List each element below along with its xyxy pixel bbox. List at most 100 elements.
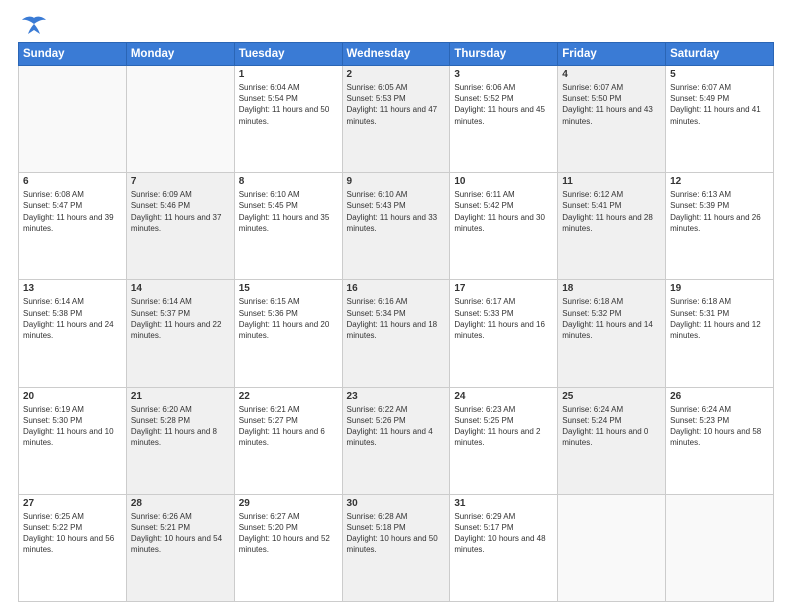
cell-info: Sunrise: 6:24 AMSunset: 5:23 PMDaylight:…: [670, 404, 769, 449]
cell-info: Sunrise: 6:29 AMSunset: 5:17 PMDaylight:…: [454, 511, 553, 556]
cell-info: Sunrise: 6:09 AMSunset: 5:46 PMDaylight:…: [131, 189, 230, 234]
calendar-table: SundayMondayTuesdayWednesdayThursdayFrid…: [18, 42, 774, 602]
calendar-cell: 16 Sunrise: 6:16 AMSunset: 5:34 PMDayligh…: [342, 280, 450, 387]
day-number: 2: [347, 69, 446, 80]
day-number: 16: [347, 283, 446, 294]
cell-info: Sunrise: 6:07 AMSunset: 5:49 PMDaylight:…: [670, 82, 769, 127]
cell-info: Sunrise: 6:16 AMSunset: 5:34 PMDaylight:…: [347, 296, 446, 341]
cell-info: Sunrise: 6:19 AMSunset: 5:30 PMDaylight:…: [23, 404, 122, 449]
day-number: 12: [670, 176, 769, 187]
day-number: 19: [670, 283, 769, 294]
calendar-cell: 26 Sunrise: 6:24 AMSunset: 5:23 PMDayligh…: [666, 387, 774, 494]
calendar-week-5: 27 Sunrise: 6:25 AMSunset: 5:22 PMDayligh…: [19, 494, 774, 601]
weekday-header-thursday: Thursday: [450, 43, 558, 66]
day-number: 20: [23, 391, 122, 402]
calendar-cell: 9Sunrise: 6:10 AMSunset: 5:43 PMDaylight…: [342, 173, 450, 280]
cell-info: Sunrise: 6:21 AMSunset: 5:27 PMDaylight:…: [239, 404, 338, 449]
cell-info: Sunrise: 6:27 AMSunset: 5:20 PMDaylight:…: [239, 511, 338, 556]
calendar-cell: 29 Sunrise: 6:27 AMSunset: 5:20 PMDayligh…: [234, 494, 342, 601]
day-number: 17: [454, 283, 553, 294]
day-number: 11: [562, 176, 661, 187]
calendar-cell: 11 Sunrise: 6:12 AMSunset: 5:41 PMDayligh…: [558, 173, 666, 280]
weekday-header-saturday: Saturday: [666, 43, 774, 66]
cell-info: Sunrise: 6:07 AMSunset: 5:50 PMDaylight:…: [562, 82, 661, 127]
weekday-header-sunday: Sunday: [19, 43, 127, 66]
logo: [18, 16, 48, 34]
day-number: 4: [562, 69, 661, 80]
calendar-cell: 6 Sunrise: 6:08 AMSunset: 5:47 PMDaylight…: [19, 173, 127, 280]
calendar-cell: 2Sunrise: 6:05 AMSunset: 5:53 PMDaylight…: [342, 66, 450, 173]
calendar-cell: 8 Sunrise: 6:10 AMSunset: 5:45 PMDaylight…: [234, 173, 342, 280]
calendar-week-3: 13 Sunrise: 6:14 AMSunset: 5:38 PMDayligh…: [19, 280, 774, 387]
day-number: 18: [562, 283, 661, 294]
cell-info: Sunrise: 6:18 AMSunset: 5:32 PMDaylight:…: [562, 296, 661, 341]
day-number: 15: [239, 283, 338, 294]
calendar-cell: 15 Sunrise: 6:15 AMSunset: 5:36 PMDayligh…: [234, 280, 342, 387]
cell-info: Sunrise: 6:12 AMSunset: 5:41 PMDaylight:…: [562, 189, 661, 234]
cell-info: Sunrise: 6:14 AMSunset: 5:38 PMDaylight:…: [23, 296, 122, 341]
calendar-week-2: 6 Sunrise: 6:08 AMSunset: 5:47 PMDaylight…: [19, 173, 774, 280]
weekday-header-row: SundayMondayTuesdayWednesdayThursdayFrid…: [19, 43, 774, 66]
day-number: 6: [23, 176, 122, 187]
cell-info: Sunrise: 6:20 AMSunset: 5:28 PMDaylight:…: [131, 404, 230, 449]
day-number: 28: [131, 498, 230, 509]
cell-info: Sunrise: 6:13 AMSunset: 5:39 PMDaylight:…: [670, 189, 769, 234]
calendar-cell: 17 Sunrise: 6:17 AMSunset: 5:33 PMDayligh…: [450, 280, 558, 387]
calendar-cell: 23Sunrise: 6:22 AMSunset: 5:26 PMDayligh…: [342, 387, 450, 494]
day-number: 1: [239, 69, 338, 80]
cell-info: Sunrise: 6:23 AMSunset: 5:25 PMDaylight:…: [454, 404, 553, 449]
calendar-cell: 14 Sunrise: 6:14 AMSunset: 5:37 PMDayligh…: [126, 280, 234, 387]
calendar-cell: 19 Sunrise: 6:18 AMSunset: 5:31 PMDayligh…: [666, 280, 774, 387]
weekday-header-wednesday: Wednesday: [342, 43, 450, 66]
calendar-cell: 22 Sunrise: 6:21 AMSunset: 5:27 PMDayligh…: [234, 387, 342, 494]
cell-info: Sunrise: 6:25 AMSunset: 5:22 PMDaylight:…: [23, 511, 122, 556]
calendar-cell: 5Sunrise: 6:07 AMSunset: 5:49 PMDaylight…: [666, 66, 774, 173]
cell-info: Sunrise: 6:15 AMSunset: 5:36 PMDaylight:…: [239, 296, 338, 341]
cell-info: Sunrise: 6:11 AMSunset: 5:42 PMDaylight:…: [454, 189, 553, 234]
calendar-cell: [19, 66, 127, 173]
page: SundayMondayTuesdayWednesdayThursdayFrid…: [0, 0, 792, 612]
calendar-cell: [558, 494, 666, 601]
calendar-cell: 21 Sunrise: 6:20 AMSunset: 5:28 PMDayligh…: [126, 387, 234, 494]
day-number: 9: [347, 176, 446, 187]
day-number: 29: [239, 498, 338, 509]
cell-info: Sunrise: 6:17 AMSunset: 5:33 PMDaylight:…: [454, 296, 553, 341]
cell-info: Sunrise: 6:26 AMSunset: 5:21 PMDaylight:…: [131, 511, 230, 556]
calendar-cell: 25 Sunrise: 6:24 AMSunset: 5:24 PMDayligh…: [558, 387, 666, 494]
cell-info: Sunrise: 6:18 AMSunset: 5:31 PMDaylight:…: [670, 296, 769, 341]
day-number: 21: [131, 391, 230, 402]
day-number: 26: [670, 391, 769, 402]
calendar-cell: 7 Sunrise: 6:09 AMSunset: 5:46 PMDaylight…: [126, 173, 234, 280]
cell-info: Sunrise: 6:10 AMSunset: 5:45 PMDaylight:…: [239, 189, 338, 234]
day-number: 13: [23, 283, 122, 294]
day-number: 7: [131, 176, 230, 187]
logo-bird-icon: [20, 16, 48, 36]
weekday-header-friday: Friday: [558, 43, 666, 66]
calendar-cell: [666, 494, 774, 601]
day-number: 23: [347, 391, 446, 402]
calendar-cell: 27 Sunrise: 6:25 AMSunset: 5:22 PMDayligh…: [19, 494, 127, 601]
calendar-cell: 4 Sunrise: 6:07 AMSunset: 5:50 PMDaylight…: [558, 66, 666, 173]
calendar-cell: 3Sunrise: 6:06 AMSunset: 5:52 PMDaylight…: [450, 66, 558, 173]
cell-info: Sunrise: 6:24 AMSunset: 5:24 PMDaylight:…: [562, 404, 661, 449]
calendar-cell: 18 Sunrise: 6:18 AMSunset: 5:32 PMDayligh…: [558, 280, 666, 387]
day-number: 31: [454, 498, 553, 509]
cell-info: Sunrise: 6:08 AMSunset: 5:47 PMDaylight:…: [23, 189, 122, 234]
calendar-cell: 1Sunrise: 6:04 AMSunset: 5:54 PMDaylight…: [234, 66, 342, 173]
day-number: 27: [23, 498, 122, 509]
cell-info: Sunrise: 6:06 AMSunset: 5:52 PMDaylight:…: [454, 82, 553, 127]
cell-info: Sunrise: 6:14 AMSunset: 5:37 PMDaylight:…: [131, 296, 230, 341]
calendar-cell: 20 Sunrise: 6:19 AMSunset: 5:30 PMDayligh…: [19, 387, 127, 494]
day-number: 14: [131, 283, 230, 294]
calendar-week-1: 1Sunrise: 6:04 AMSunset: 5:54 PMDaylight…: [19, 66, 774, 173]
calendar-cell: 28 Sunrise: 6:26 AMSunset: 5:21 PMDayligh…: [126, 494, 234, 601]
calendar-cell: 30Sunrise: 6:28 AMSunset: 5:18 PMDayligh…: [342, 494, 450, 601]
calendar-cell: 13 Sunrise: 6:14 AMSunset: 5:38 PMDayligh…: [19, 280, 127, 387]
day-number: 10: [454, 176, 553, 187]
header: [18, 16, 774, 34]
calendar-cell: 12 Sunrise: 6:13 AMSunset: 5:39 PMDayligh…: [666, 173, 774, 280]
day-number: 22: [239, 391, 338, 402]
day-number: 8: [239, 176, 338, 187]
weekday-header-tuesday: Tuesday: [234, 43, 342, 66]
day-number: 25: [562, 391, 661, 402]
